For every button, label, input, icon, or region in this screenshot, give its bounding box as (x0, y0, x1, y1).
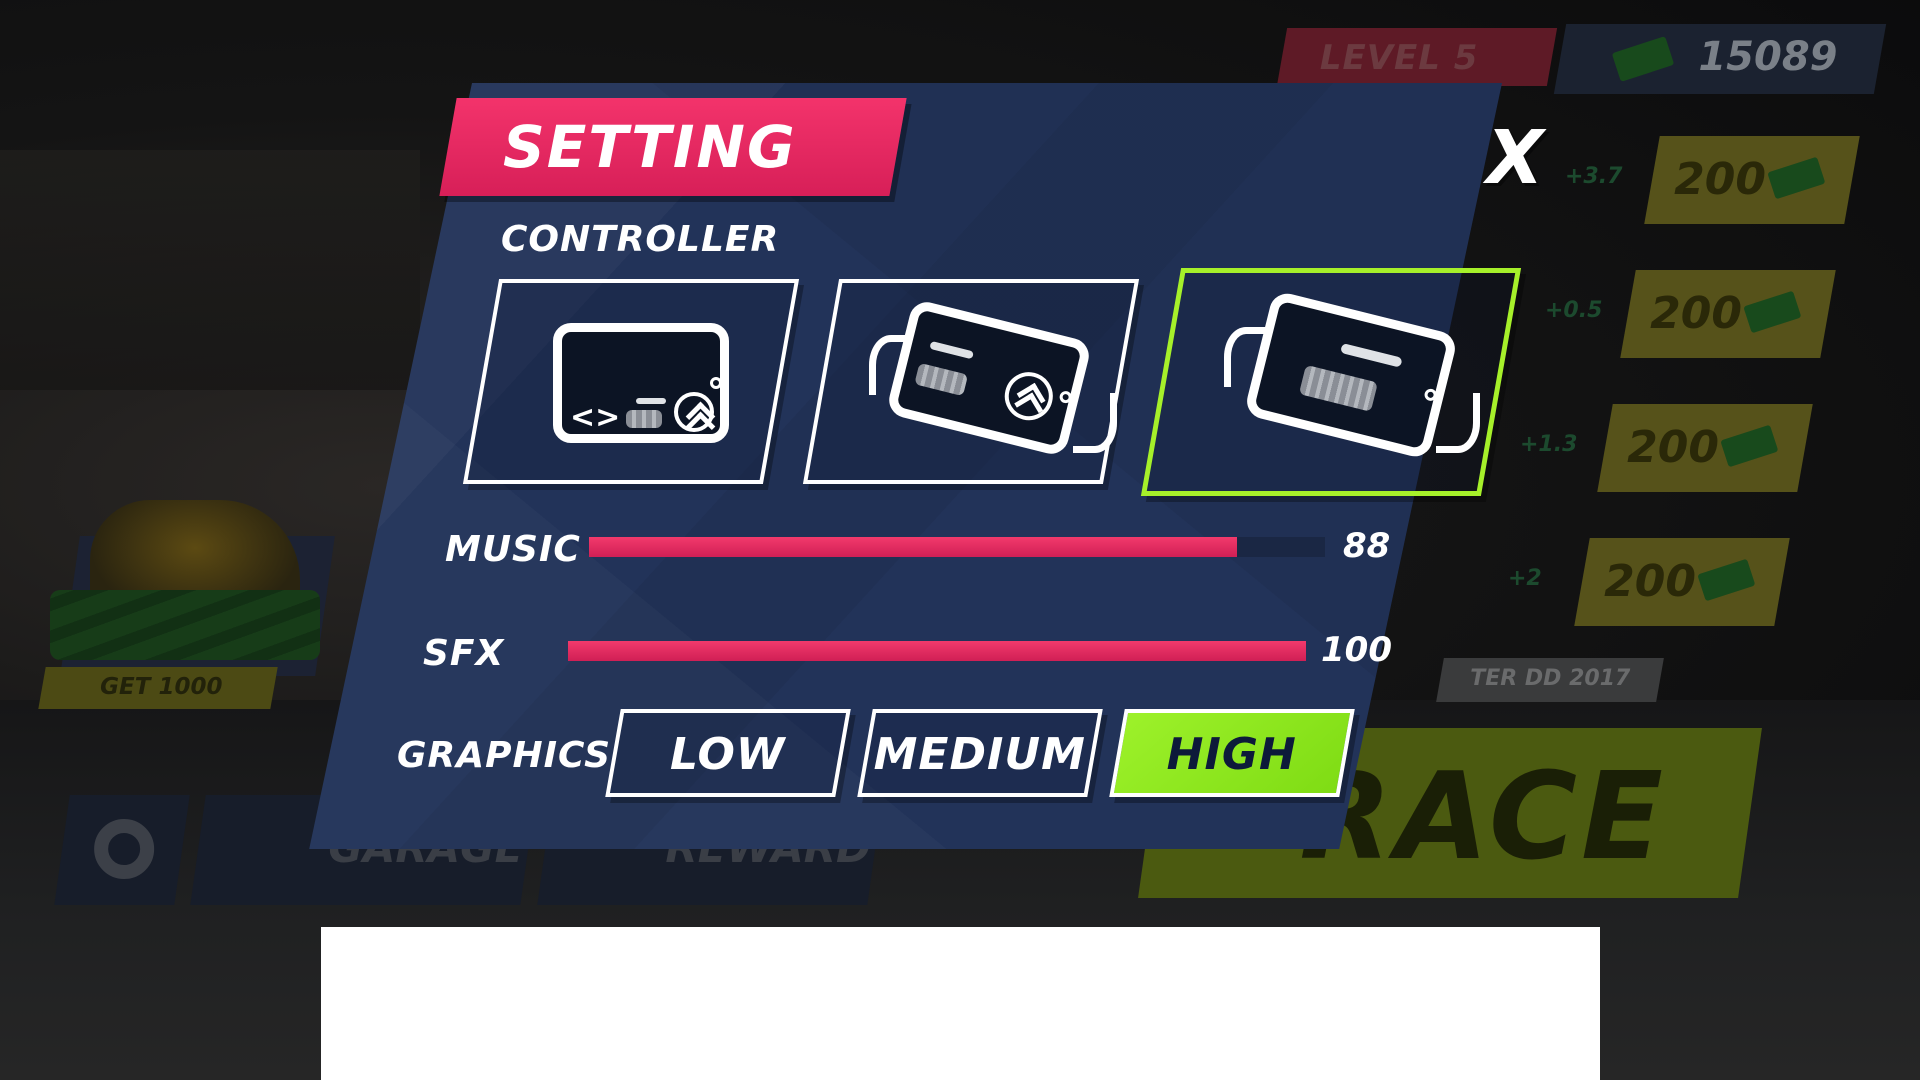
settings-button[interactable] (54, 795, 190, 905)
controller-option-content: <> (485, 283, 777, 480)
controller-option-tilt-split[interactable] (802, 279, 1140, 484)
upgrade-button[interactable]: 200 (1574, 538, 1790, 626)
level-badge: LEVEL 5 (1276, 28, 1558, 86)
controller-option-content (1166, 273, 1496, 491)
music-label: MUSIC (445, 529, 581, 570)
controller-label: CONTROLLER (501, 219, 780, 260)
blank-panel (321, 927, 1600, 1080)
upgrade-price: 200 (1650, 288, 1742, 339)
throttle-grip-icon (626, 410, 662, 428)
graphics-medium-label: MEDIUM (873, 729, 1086, 780)
brake-lever-icon (636, 398, 666, 404)
graphics-low-button[interactable]: LOW (605, 709, 851, 797)
graphics-low-label: LOW (670, 729, 786, 780)
rotate-right-icon (1436, 393, 1480, 453)
controller-option-touch[interactable]: <> (462, 279, 800, 484)
upgrade-button[interactable]: 200 (1644, 136, 1860, 224)
graphics-label: GRAPHICS (397, 735, 612, 776)
tilt-split-controls-icon (885, 298, 1093, 458)
cash-amount: 15089 (1698, 34, 1838, 80)
cash-icon (1720, 424, 1779, 468)
upgrade-button[interactable]: 200 (1620, 270, 1836, 358)
get-cash-offer-button[interactable]: GET 1000 (38, 667, 278, 709)
throttle-grip-icon (1298, 364, 1378, 412)
upgrade-price: 200 (1674, 154, 1766, 205)
touch-controls-icon: <> (553, 323, 729, 443)
brake-lever-icon (1340, 342, 1403, 368)
settings-title: SETTING (503, 113, 797, 181)
settings-dialog: SETTING X CONTROLLER <> MUSIC 88 SFX 100… (309, 83, 1585, 849)
sfx-label: SFX (423, 633, 505, 674)
cash-icon (1611, 36, 1675, 82)
offer-label: GET 1000 (100, 674, 223, 700)
controller-option-tilt-throttle[interactable] (1140, 268, 1522, 496)
upgrade-price: 200 (1604, 556, 1696, 607)
boost-icon (999, 367, 1058, 426)
boost-icon (674, 392, 714, 432)
upgrade-button[interactable]: 200 (1597, 404, 1813, 492)
graphics-medium-button[interactable]: MEDIUM (857, 709, 1103, 797)
gear-icon (94, 819, 155, 879)
throttle-grip-icon (914, 362, 969, 397)
tablet-camera (1058, 389, 1073, 405)
controller-option-content (825, 283, 1117, 480)
sfx-slider-fill (568, 641, 1306, 661)
music-value: 88 (1343, 526, 1391, 566)
rotate-right-icon (1073, 393, 1117, 453)
cash-counter: 15089 (1553, 24, 1887, 94)
music-slider[interactable] (589, 537, 1325, 557)
sfx-slider[interactable] (568, 641, 1306, 661)
level-label: LEVEL 5 (1319, 38, 1479, 78)
tilt-throttle-controls-icon (1243, 289, 1459, 461)
cash-icon (1767, 156, 1826, 200)
music-slider-fill (589, 537, 1237, 557)
cash-icon (1743, 290, 1802, 334)
graphics-high-label: HIGH (1166, 729, 1297, 780)
left-right-arrows-icon: <> (570, 400, 621, 435)
cash-icon (1697, 558, 1756, 602)
tablet-camera (710, 377, 722, 389)
close-button[interactable]: X (1470, 113, 1560, 203)
graphics-high-button[interactable]: HIGH (1109, 709, 1355, 797)
sfx-value: 100 (1321, 630, 1392, 670)
cash-pile-image (50, 590, 320, 660)
brake-lever-icon (929, 340, 974, 360)
upgrade-price: 200 (1627, 422, 1719, 473)
